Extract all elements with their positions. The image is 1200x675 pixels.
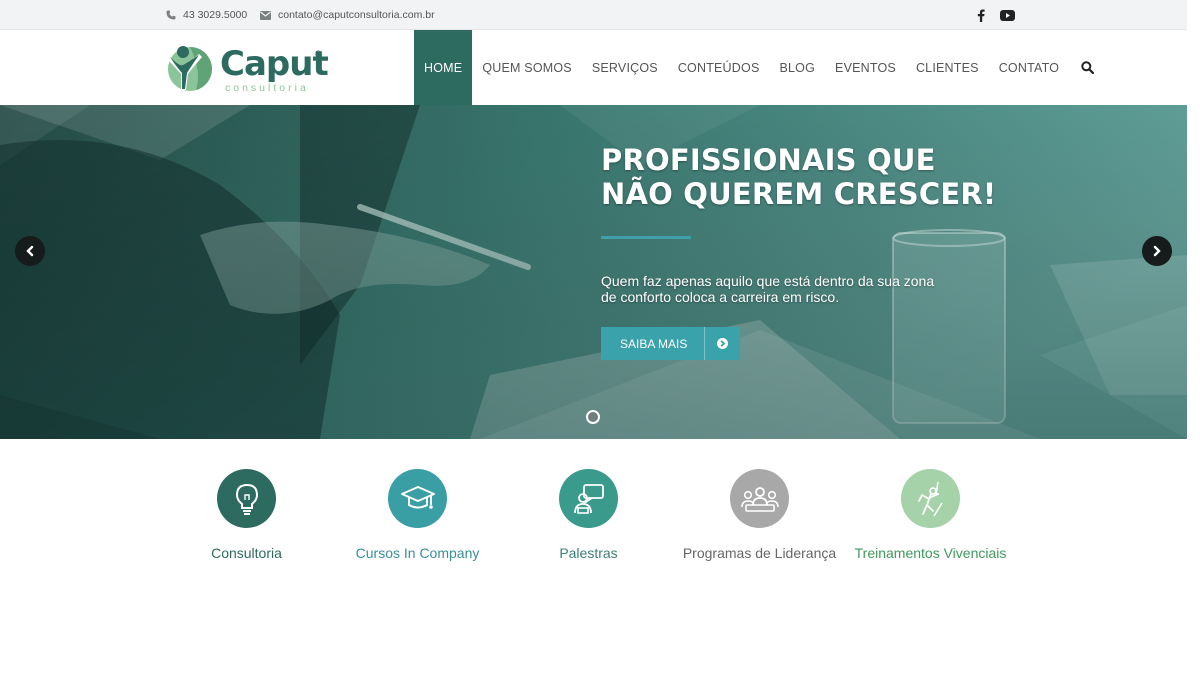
envelope-icon	[260, 10, 271, 20]
saiba-mais-button[interactable]: SAIBA MAIS	[601, 327, 740, 360]
search-icon[interactable]	[1069, 30, 1102, 105]
facebook-icon[interactable]	[973, 7, 989, 23]
slider-next-arrow-icon[interactable]	[1142, 236, 1172, 266]
service-programas-de-lideranca[interactable]: Programas de Liderança	[674, 469, 845, 561]
nav-item-servicos[interactable]: SERVIÇOS	[582, 30, 668, 105]
logo[interactable]: Caput ® consultoria	[166, 42, 329, 94]
arrow-circle-right-icon	[705, 338, 740, 349]
nav-item-blog[interactable]: BLOG	[769, 30, 825, 105]
service-palestras[interactable]: Palestras	[503, 469, 674, 561]
phone-icon	[166, 10, 176, 20]
hero-title-line-2: NÃO QUEREM CRESCER!	[601, 177, 997, 211]
hero-divider	[601, 236, 691, 239]
nav-item-eventos[interactable]: EVENTOS	[825, 30, 906, 105]
nav-item-conteudos[interactable]: CONTEÚDOS	[668, 30, 770, 105]
hero-subtitle-line-2: de conforto coloca a carreira em risco.	[601, 289, 840, 305]
lightbulb-icon	[217, 469, 276, 528]
logo-wordmark: Caput	[220, 44, 329, 84]
phone-contact[interactable]: 43 3029.5000	[166, 9, 247, 21]
slider-prev-arrow-icon[interactable]	[15, 236, 45, 266]
service-consultoria[interactable]: Consultoria	[161, 469, 332, 561]
nav-item-contato[interactable]: CONTATO	[989, 30, 1069, 105]
nav-item-quem-somos[interactable]: QUEM SOMOS	[472, 30, 582, 105]
email-contact[interactable]: contato@caputconsultoria.com.br	[260, 9, 435, 21]
service-cursos-in-company[interactable]: Cursos In Company	[332, 469, 503, 561]
site-header: Caput ® consultoria HOME QUEM SOMOS SERV…	[0, 30, 1187, 105]
saiba-mais-label: SAIBA MAIS	[620, 336, 688, 351]
logo-tagline: consultoria	[225, 82, 309, 94]
service-label: Consultoria	[211, 545, 282, 561]
hero-slider: PROFISSIONAIS QUE NÃO QUEREM CRESCER! Qu…	[0, 105, 1187, 439]
phone-text: 43 3029.5000	[183, 9, 248, 21]
hero-title: PROFISSIONAIS QUE NÃO QUEREM CRESCER!	[601, 143, 1021, 211]
speaker-icon	[559, 469, 618, 528]
youtube-icon[interactable]	[999, 7, 1015, 23]
service-label: Programas de Liderança	[682, 545, 837, 561]
main-nav: HOME QUEM SOMOS SERVIÇOS CONTEÚDOS BLOG …	[414, 30, 1102, 105]
registered-mark: ®	[315, 49, 322, 59]
service-label: Treinamentos Vivenciais	[854, 545, 1007, 561]
service-label: Cursos In Company	[355, 545, 480, 561]
slider-dot[interactable]	[586, 410, 600, 424]
service-treinamentos-vivenciais[interactable]: Treinamentos Vivenciais	[845, 469, 1016, 561]
hero-title-line-1: PROFISSIONAIS QUE	[601, 143, 936, 177]
team-icon	[730, 469, 789, 528]
hero-subtitle: Quem faz apenas aquilo que está dentro d…	[601, 273, 961, 305]
nav-item-home[interactable]: HOME	[414, 30, 473, 105]
climber-icon	[901, 469, 960, 528]
hero-subtitle-line-1: Quem faz apenas aquilo que está dentro d…	[601, 273, 935, 289]
logo-mark-icon	[167, 46, 212, 91]
nav-item-clientes[interactable]: CLIENTES	[906, 30, 989, 105]
graduation-cap-icon	[388, 469, 447, 528]
email-text: contato@caputconsultoria.com.br	[278, 9, 435, 21]
top-bar: 43 3029.5000 contato@caputconsultoria.co…	[0, 0, 1187, 30]
service-label: Palestras	[559, 545, 618, 561]
